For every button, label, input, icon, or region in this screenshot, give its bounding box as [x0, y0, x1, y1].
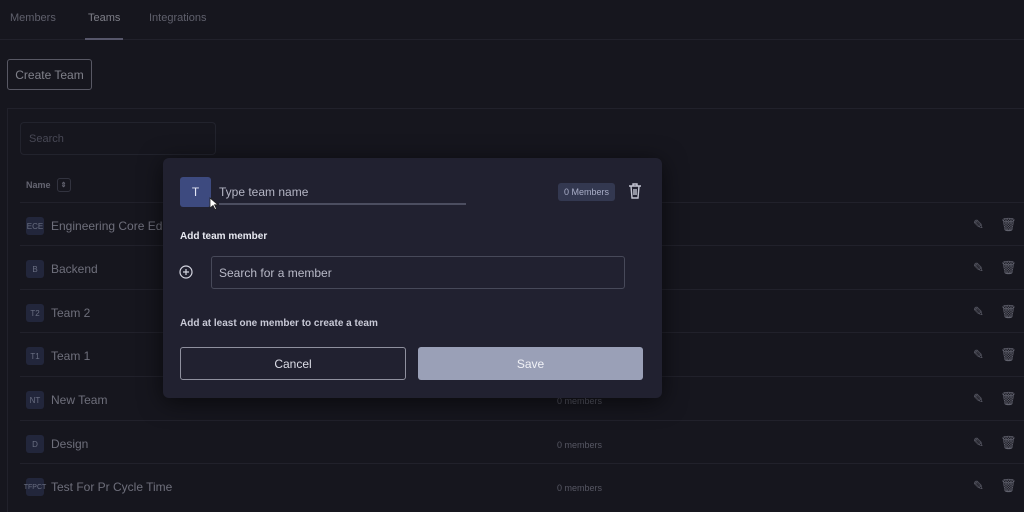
member-count: 0 members: [557, 440, 603, 450]
member-count: 0 members: [557, 483, 603, 493]
team-name: Team 2: [51, 306, 91, 320]
pencil-icon[interactable]: ✎: [973, 435, 984, 451]
tab-members[interactable]: Members: [10, 12, 56, 24]
trash-icon[interactable]: 🗑: [1000, 304, 1017, 320]
team-avatar: T2: [26, 304, 44, 322]
team-avatar: ECE: [26, 217, 44, 235]
team-name: Engineering Core Ed: [51, 219, 163, 233]
tab-teams[interactable]: Teams: [88, 12, 120, 24]
pencil-icon[interactable]: ✎: [973, 217, 984, 233]
member-search-input[interactable]: [211, 256, 625, 289]
members-count-badge: 0 Members: [558, 183, 616, 201]
team-avatar-preview[interactable]: T: [180, 177, 211, 207]
create-team-button[interactable]: Create Team: [7, 59, 92, 90]
validation-hint: Add at least one member to create a team: [180, 318, 378, 329]
name-column-header[interactable]: Name ⇕: [26, 178, 71, 192]
active-tab-indicator: [85, 38, 123, 40]
pencil-icon[interactable]: ✎: [973, 391, 984, 407]
team-avatar: D: [26, 435, 44, 453]
team-avatar: TFPCT: [24, 478, 46, 496]
team-name-input[interactable]: [219, 181, 466, 205]
trash-icon[interactable]: 🗑: [1000, 217, 1017, 233]
sort-icon[interactable]: ⇕: [56, 178, 71, 192]
team-avatar: B: [26, 260, 44, 278]
pencil-icon[interactable]: ✎: [973, 347, 984, 363]
team-name: Design: [51, 437, 89, 451]
team-name: Backend: [51, 262, 98, 276]
cancel-button[interactable]: Cancel: [180, 347, 406, 380]
team-name: Team 1: [51, 349, 91, 363]
trash-icon[interactable]: 🗑: [1000, 347, 1017, 363]
trash-icon[interactable]: 🗑: [1000, 435, 1017, 451]
team-name: New Team: [51, 393, 108, 407]
plus-circle-icon[interactable]: [179, 265, 193, 279]
team-search-input[interactable]: Search: [20, 122, 216, 155]
team-avatar: T1: [26, 347, 44, 365]
team-name: Test For Pr Cycle Time: [51, 480, 173, 494]
trash-icon[interactable]: 🗑: [1000, 478, 1017, 494]
table-row[interactable]: D Design 0 members ✎ 🗑: [20, 420, 1024, 464]
add-member-title: Add team member: [180, 231, 268, 242]
save-button[interactable]: Save: [418, 347, 643, 380]
table-row[interactable]: TFPCT Test For Pr Cycle Time 0 members ✎…: [20, 463, 1024, 507]
name-column-label: Name: [26, 180, 51, 190]
create-team-modal: T 0 Members Add team member Add at least…: [163, 158, 662, 398]
trash-icon[interactable]: 🗑: [1000, 260, 1017, 276]
tab-integrations[interactable]: Integrations: [149, 12, 206, 24]
pencil-icon[interactable]: ✎: [973, 304, 984, 320]
trash-icon[interactable]: [627, 182, 643, 200]
pencil-icon[interactable]: ✎: [973, 260, 984, 276]
trash-icon[interactable]: 🗑: [1000, 391, 1017, 407]
pencil-icon[interactable]: ✎: [973, 478, 984, 494]
mouse-cursor-icon: [209, 197, 219, 211]
team-avatar: NT: [26, 391, 44, 409]
tab-bar: Members Teams Integrations: [0, 0, 1024, 40]
